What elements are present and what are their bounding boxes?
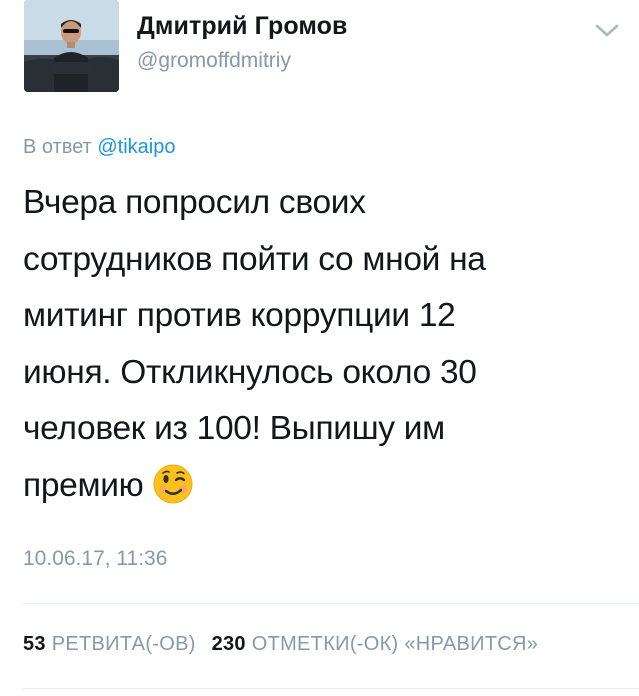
divider <box>23 688 639 689</box>
winking-face-emoji <box>153 464 193 503</box>
retweets-count[interactable]: 53 <box>23 633 46 655</box>
tweet-line: митинг против коррупции 12 <box>23 297 456 334</box>
tweet-text: Вчера попросил своих сотрудников пойти с… <box>23 175 623 514</box>
tweet-line: Вчера попросил своих <box>23 184 366 221</box>
tweet-stats: 53 РЕТВИТА(-ОВ) 230 ОТМЕТКИ(-ОК) «НРАВИТ… <box>23 633 538 656</box>
profile-photo <box>24 0 119 92</box>
retweets-label[interactable]: РЕТВИТА(-ОВ) <box>52 633 196 655</box>
tweet-line-last: премию <box>23 458 623 515</box>
tweet-line: премию <box>23 466 144 504</box>
chevron-down-icon[interactable] <box>593 20 621 40</box>
avatar[interactable] <box>24 0 119 92</box>
tweet-line: сотрудников пойти со мной на <box>23 240 486 278</box>
tweet-timestamp[interactable]: 10.06.17, 11:36 <box>23 547 167 571</box>
likes-count[interactable]: 230 <box>212 633 246 655</box>
reply-mention-link[interactable]: @tikaipo <box>97 136 175 158</box>
author-screen-name[interactable]: @gromoffdmitriy <box>137 49 291 73</box>
reply-prefix: В ответ <box>23 136 92 158</box>
tweet-line: человек из 100! Выпишу им <box>23 410 445 447</box>
divider <box>23 603 639 604</box>
reply-context: В ответ @tikaipo <box>23 136 175 159</box>
likes-label[interactable]: ОТМЕТКИ(-ОК) «НРАВИТСЯ» <box>252 633 539 655</box>
tweet-line: июня. Откликнулось около 30 <box>23 353 477 391</box>
author-display-name[interactable]: Дмитрий Громов <box>137 12 348 41</box>
